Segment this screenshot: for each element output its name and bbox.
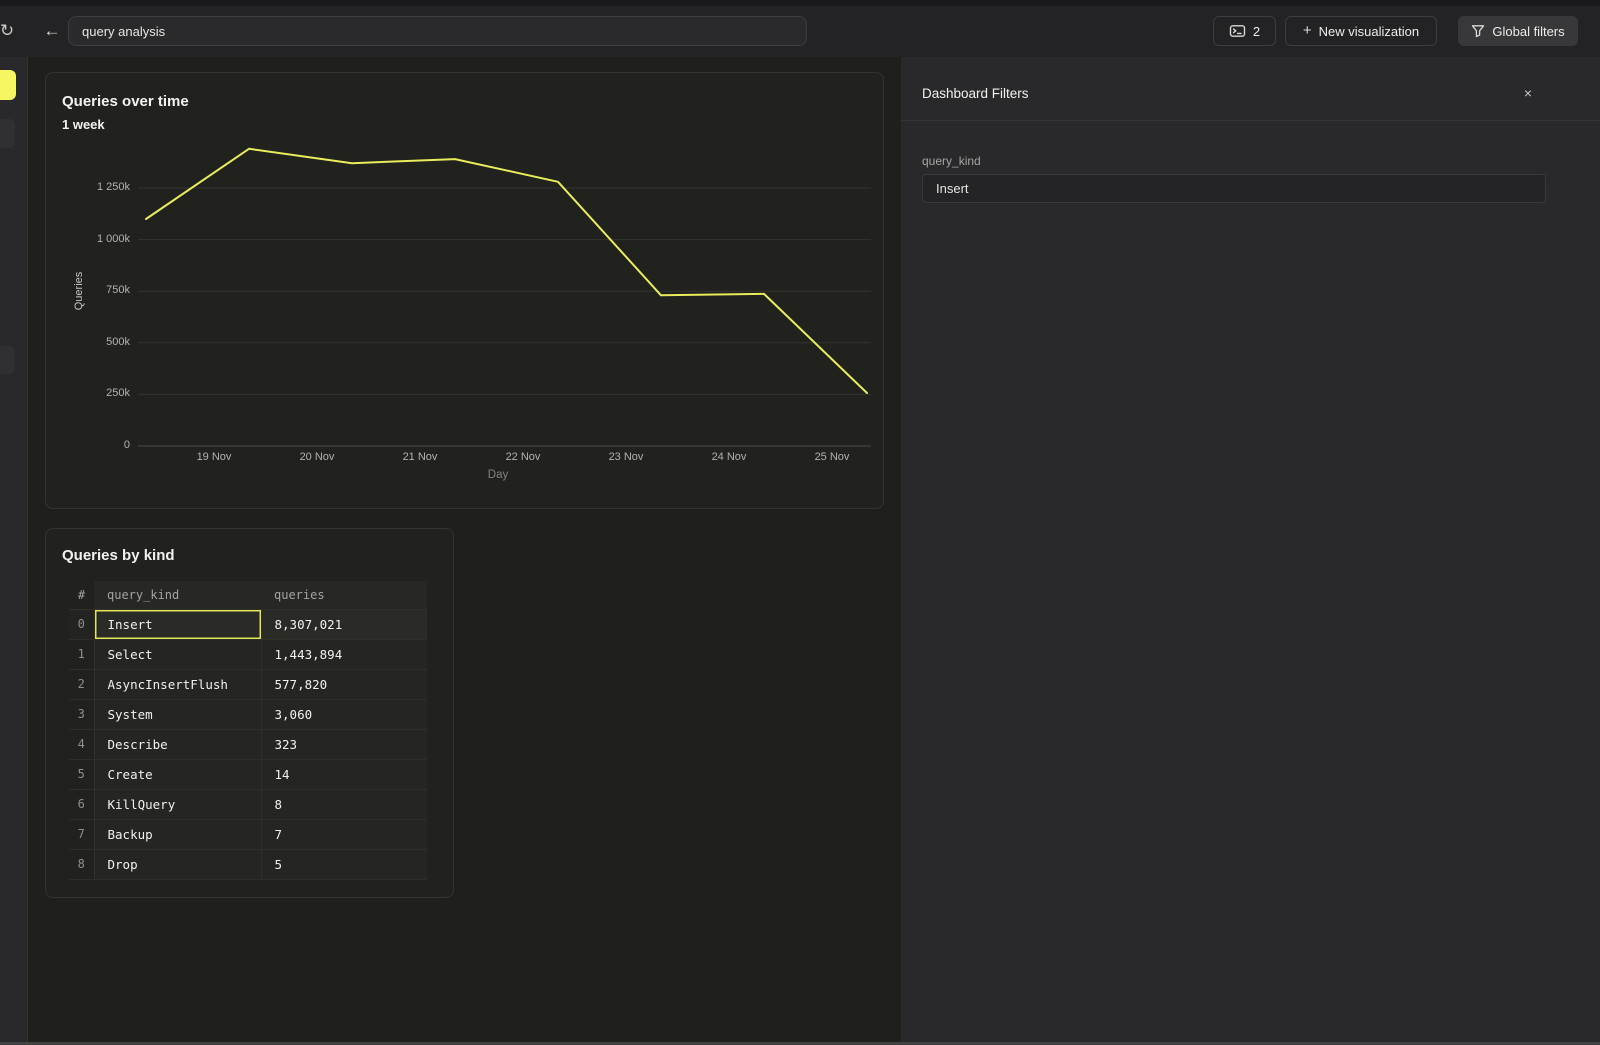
filter-field-label: query_kind — [922, 154, 981, 168]
queries-count-cell[interactable]: 323 — [261, 729, 427, 759]
queries-count-cell[interactable]: 7 — [261, 819, 427, 849]
rail-item-active[interactable] — [0, 70, 16, 100]
table-row[interactable]: 2AsyncInsertFlush577,820 — [69, 669, 427, 699]
queries-count-cell[interactable]: 577,820 — [261, 669, 427, 699]
query-tabs-button[interactable]: 2 — [1213, 16, 1276, 46]
query-kind-cell[interactable]: System — [94, 699, 261, 729]
row-index-cell[interactable]: 0 — [69, 609, 94, 639]
global-filters-button[interactable]: Global filters — [1458, 16, 1578, 46]
rail-item[interactable] — [0, 119, 15, 148]
row-index-cell[interactable]: 5 — [69, 759, 94, 789]
new-visualization-label: New visualization — [1319, 24, 1419, 39]
row-index-cell[interactable]: 3 — [69, 699, 94, 729]
tab-count: 2 — [1253, 24, 1260, 39]
query-kind-cell[interactable]: Insert — [94, 609, 261, 639]
filters-panel-title: Dashboard Filters — [922, 86, 1029, 101]
y-axis-tick-label: 750k — [60, 284, 130, 296]
row-index-cell[interactable]: 1 — [69, 639, 94, 669]
column-header-query-kind: query_kind — [94, 581, 261, 609]
y-axis-tick-label: 0 — [60, 439, 130, 451]
dashboard-canvas: Queries over time 1 week 1 250k1 000k750… — [28, 57, 901, 1045]
row-index-cell[interactable]: 4 — [69, 729, 94, 759]
row-index-cell[interactable]: 8 — [69, 849, 94, 879]
new-visualization-button[interactable]: + New visualization — [1285, 16, 1437, 46]
x-axis-tick-label: 23 Nov — [591, 451, 661, 463]
query-kind-cell[interactable]: Create — [94, 759, 261, 789]
y-axis-tick-label: 1 250k — [60, 181, 130, 193]
queries-count-cell[interactable]: 3,060 — [261, 699, 427, 729]
refresh-icon[interactable]: ↻ — [0, 20, 18, 42]
table-row[interactable]: 6KillQuery8 — [69, 789, 427, 819]
y-axis-title: Queries — [73, 272, 85, 311]
x-axis-tick-label: 25 Nov — [797, 451, 867, 463]
global-filters-label: Global filters — [1492, 24, 1564, 39]
column-header-queries: queries — [261, 581, 427, 609]
table-title: Queries by kind — [62, 547, 175, 564]
table-row[interactable]: 7Backup7 — [69, 819, 427, 849]
console-icon — [1229, 23, 1246, 39]
y-axis-tick-label: 500k — [60, 336, 130, 348]
filter-funnel-icon — [1471, 24, 1485, 38]
x-axis-tick-label: 22 Nov — [488, 451, 558, 463]
close-icon[interactable]: × — [1518, 83, 1538, 103]
queries-over-time-line-chart — [46, 73, 885, 510]
row-index-cell[interactable]: 7 — [69, 819, 94, 849]
rail-item[interactable] — [0, 346, 15, 374]
x-axis-tick-label: 20 Nov — [282, 451, 352, 463]
query-kind-cell[interactable]: AsyncInsertFlush — [94, 669, 261, 699]
topbar: ↻ ← 2 + New visualization Global filters — [0, 6, 1600, 57]
x-axis-tick-label: 19 Nov — [179, 451, 249, 463]
y-axis-tick-label: 250k — [60, 387, 130, 399]
query-kind-cell[interactable]: Select — [94, 639, 261, 669]
table-row[interactable]: 4Describe323 — [69, 729, 427, 759]
x-axis-tick-label: 24 Nov — [694, 451, 764, 463]
table-row[interactable]: 1Select1,443,894 — [69, 639, 427, 669]
table-row[interactable]: 8Drop5 — [69, 849, 427, 879]
table-row[interactable]: 5Create14 — [69, 759, 427, 789]
x-axis-title: Day — [458, 469, 538, 481]
y-axis-tick-label: 1 000k — [60, 233, 130, 245]
row-index-cell[interactable]: 2 — [69, 669, 94, 699]
queries-count-cell[interactable]: 14 — [261, 759, 427, 789]
queries-over-time-card: Queries over time 1 week 1 250k1 000k750… — [45, 72, 884, 509]
table-row[interactable]: 0Insert8,307,021 — [69, 609, 427, 639]
queries-count-cell[interactable]: 5 — [261, 849, 427, 879]
queries-count-cell[interactable]: 8 — [261, 789, 427, 819]
column-header-index: # — [69, 581, 94, 609]
table-row[interactable]: 3System3,060 — [69, 699, 427, 729]
left-rail — [0, 57, 28, 1045]
panel-divider — [901, 120, 1600, 121]
back-button[interactable]: ← — [40, 19, 64, 43]
queries-count-cell[interactable]: 8,307,021 — [261, 609, 427, 639]
queries-by-kind-table: # query_kind queries 0Insert8,307,0211Se… — [69, 581, 427, 880]
query-kind-cell[interactable]: Drop — [94, 849, 261, 879]
row-index-cell[interactable]: 6 — [69, 789, 94, 819]
query-kind-filter-select[interactable]: Insert — [922, 174, 1546, 203]
query-kind-cell[interactable]: Backup — [94, 819, 261, 849]
queries-count-cell[interactable]: 1,443,894 — [261, 639, 427, 669]
dashboard-title-input[interactable] — [68, 16, 807, 46]
table-header-row: # query_kind queries — [69, 581, 427, 609]
query-kind-cell[interactable]: KillQuery — [94, 789, 261, 819]
x-axis-tick-label: 21 Nov — [385, 451, 455, 463]
dashboard-filters-panel: Dashboard Filters × query_kind Insert — [901, 57, 1600, 1045]
query-kind-cell[interactable]: Describe — [94, 729, 261, 759]
queries-by-kind-card: Queries by kind # query_kind queries 0In… — [45, 528, 454, 898]
plus-icon: + — [1303, 22, 1312, 39]
